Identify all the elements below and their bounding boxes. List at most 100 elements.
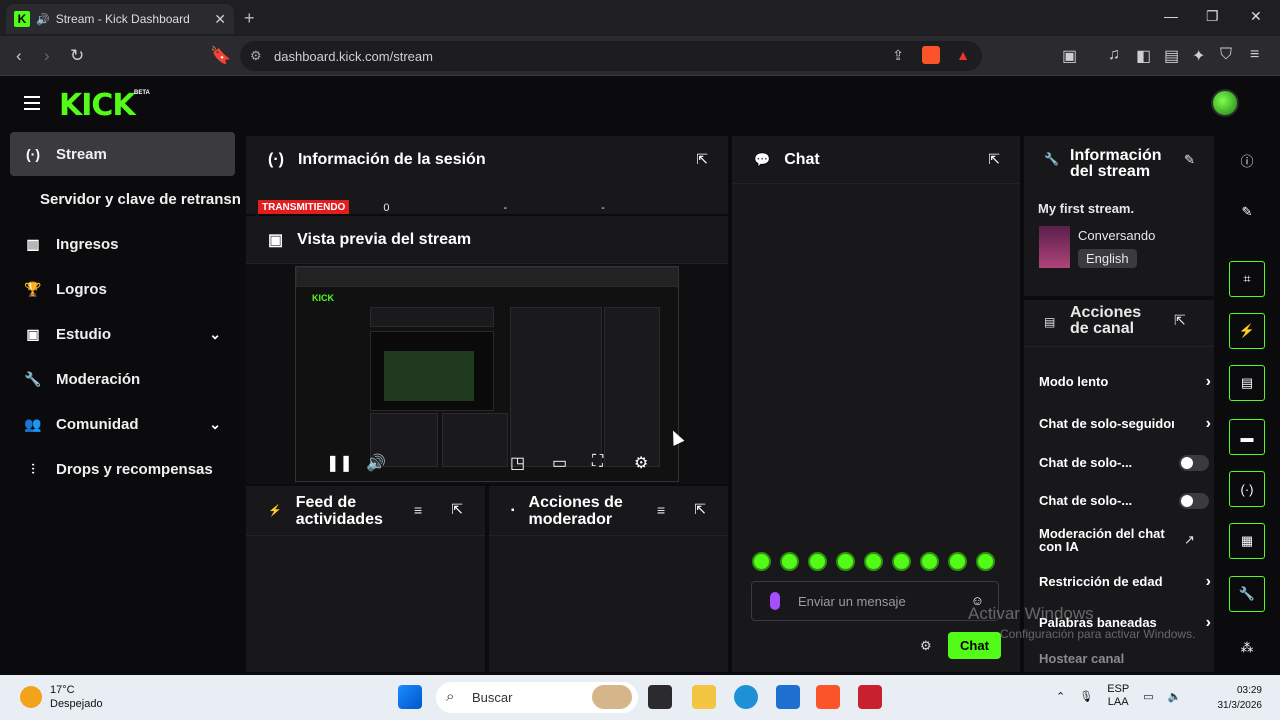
volume-icon[interactable]: 🔈 xyxy=(1168,690,1182,703)
preview-panel xyxy=(442,413,508,467)
menu-icon[interactable]: ≡ xyxy=(1250,46,1259,64)
chat-settings-icon[interactable]: ⚙ xyxy=(920,638,932,654)
forward-icon[interactable]: › xyxy=(44,46,50,66)
sidebar-item-estudio[interactable]: ▣ Estudio ⌄ xyxy=(10,312,235,356)
popout-icon[interactable]: ⇱ xyxy=(1174,312,1186,329)
avatar[interactable] xyxy=(1211,89,1239,117)
taskbar-search[interactable]: ⌕ Buscar xyxy=(436,682,638,713)
emote-icon[interactable] xyxy=(892,552,911,571)
weather-widget[interactable]: 17°C Despejado xyxy=(20,683,103,711)
popout-icon[interactable]: ⇱ xyxy=(451,501,463,518)
bookmark-icon[interactable]: 🔖 xyxy=(210,46,231,66)
microphone-icon[interactable]: 🎙 xyxy=(1079,690,1093,703)
emote-icon[interactable] xyxy=(808,552,827,571)
chat-message-input[interactable]: Enviar un mensaje ☺ xyxy=(751,581,999,621)
start-icon[interactable] xyxy=(398,685,422,709)
sidebar-item-ingresos[interactable]: ▥ Ingresos xyxy=(10,222,235,266)
pause-icon[interactable]: ❚❚ xyxy=(326,453,353,473)
info-icon[interactable]: ⓘ xyxy=(1229,142,1265,178)
sidebar-icon[interactable]: ◧ xyxy=(1136,46,1151,66)
emote-icon[interactable] xyxy=(836,552,855,571)
chat-only-option-1[interactable]: Chat de solo-... xyxy=(1039,454,1211,471)
filter-icon[interactable]: ≡ xyxy=(657,502,665,518)
input-lang[interactable]: ESP xyxy=(1107,683,1129,695)
address-bar[interactable]: ⚙ dashboard.kick.com/stream ⇪ ▲ xyxy=(240,41,982,71)
emote-icon[interactable] xyxy=(752,552,771,571)
sidebar-item-stream[interactable]: (·) Stream xyxy=(10,132,235,176)
followers-only-option[interactable]: Chat de solo-seguidoı › xyxy=(1039,415,1211,432)
mod-actions-icon[interactable]: ▦ xyxy=(1229,523,1265,559)
leo-ai-icon[interactable]: ✦ xyxy=(1192,46,1205,66)
bolt-icon[interactable]: ⚡ xyxy=(1229,313,1265,349)
community-icon[interactable]: ⁂ xyxy=(1229,630,1265,666)
brave-rewards-icon[interactable]: ▲ xyxy=(956,47,970,63)
emote-icon[interactable] xyxy=(864,552,883,571)
reload-icon[interactable]: ↻ xyxy=(70,46,84,66)
pip-icon[interactable]: ◳ xyxy=(510,453,525,473)
slow-mode-option[interactable]: Modo lento › xyxy=(1039,373,1211,390)
volume-icon[interactable]: 🔊 xyxy=(366,453,386,473)
ai-moderation-option[interactable]: Moderación del chat con IA xyxy=(1039,527,1174,553)
toggle-switch[interactable] xyxy=(1179,492,1209,509)
age-restriction-option[interactable]: Restricción de edad › xyxy=(1039,573,1211,590)
close-tab-icon[interactable]: ✕ xyxy=(214,11,226,28)
network-icon[interactable]: ▭ xyxy=(1143,690,1153,703)
brave-icon[interactable] xyxy=(816,685,840,709)
vpn-icon[interactable]: ⛉ xyxy=(1220,46,1232,64)
external-link-icon[interactable]: ↗ xyxy=(1184,532,1195,548)
clock[interactable]: 03:29 31/3/2026 xyxy=(1206,683,1263,713)
emote-icon[interactable] xyxy=(780,552,799,571)
settings-icon[interactable]: ⚙ xyxy=(634,453,648,473)
popout-icon[interactable]: ⇱ xyxy=(696,151,708,168)
filter-icon[interactable]: ≡ xyxy=(414,502,422,518)
popout-icon[interactable]: ⇱ xyxy=(988,151,1000,168)
brave-shield-icon[interactable] xyxy=(922,46,940,64)
emote-icon[interactable] xyxy=(976,552,995,571)
input-layout[interactable]: LAA xyxy=(1108,696,1129,708)
chat-only-option-2[interactable]: Chat de solo-... xyxy=(1039,492,1211,509)
screenshot-icon[interactable]: ⌗ xyxy=(1229,261,1265,297)
fullscreen-icon[interactable]: ⛶ xyxy=(592,453,603,471)
wallet-icon[interactable]: ▤ xyxy=(1164,46,1179,66)
toggle-switch[interactable] xyxy=(1179,454,1209,471)
back-icon[interactable]: ‹ xyxy=(16,46,22,66)
emote-icon[interactable] xyxy=(920,552,939,571)
theater-icon[interactable]: ▭ xyxy=(552,453,567,473)
sidebar-item-drops[interactable]: ⫶ Drops y recompensas xyxy=(10,447,235,491)
speaker-icon[interactable]: 🔊 xyxy=(36,13,50,26)
task-view-icon[interactable] xyxy=(648,685,672,709)
host-channel-option[interactable]: Hostear canal xyxy=(1039,651,1211,666)
browser-tab[interactable]: K 🔊 Stream - Kick Dashboard ✕ xyxy=(6,4,234,34)
edit-icon[interactable]: ✎ xyxy=(1229,194,1265,230)
close-window-icon[interactable]: ✕ xyxy=(1250,8,1262,25)
sidebar-item-moderacion[interactable]: 🔧 Moderación xyxy=(10,357,235,401)
chat-send-button[interactable]: Chat xyxy=(948,632,1001,659)
emote-bar xyxy=(752,552,995,571)
kick-logo[interactable]: KICK xyxy=(59,88,136,123)
edge-icon[interactable] xyxy=(734,685,758,709)
media-icon[interactable]: ♫ xyxy=(1108,46,1120,64)
site-settings-icon[interactable]: ⚙ xyxy=(250,48,262,64)
file-explorer-icon[interactable] xyxy=(692,685,716,709)
sidebar-item-logros[interactable]: 🏆 Logros xyxy=(10,267,235,311)
store-icon[interactable] xyxy=(776,685,800,709)
share-icon[interactable]: ⇪ xyxy=(892,47,904,64)
chat-bubble-icon[interactable]: ▬ xyxy=(1229,419,1265,455)
sidebar-item-server-key[interactable]: Servidor y clave de retransn xyxy=(10,177,241,221)
channel-icon[interactable]: ▤ xyxy=(1229,365,1265,401)
stream-video-player[interactable]: KICK ❚❚ 🔊 ◳ ▭ ⛶ ⚙ xyxy=(295,266,679,482)
reader-icon[interactable]: ▣ xyxy=(1062,46,1077,66)
sidebar-item-comunidad[interactable]: 👥 Comunidad ⌄ xyxy=(10,402,235,446)
new-tab-icon[interactable]: + xyxy=(244,8,255,29)
edit-icon[interactable]: ✎ xyxy=(1184,152,1195,168)
broadcast-icon[interactable]: (·) xyxy=(1229,471,1265,507)
restore-icon[interactable]: ❐ xyxy=(1206,8,1219,25)
microphone-icon[interactable] xyxy=(770,592,780,610)
app-icon[interactable] xyxy=(858,685,882,709)
hamburger-menu-icon[interactable] xyxy=(24,96,40,110)
emote-icon[interactable] xyxy=(948,552,967,571)
wrench-icon[interactable]: 🔧 xyxy=(1229,576,1265,612)
chevron-up-icon[interactable]: ⌃ xyxy=(1056,690,1065,703)
minimize-icon[interactable]: — xyxy=(1164,8,1178,24)
popout-icon[interactable]: ⇱ xyxy=(694,501,706,518)
